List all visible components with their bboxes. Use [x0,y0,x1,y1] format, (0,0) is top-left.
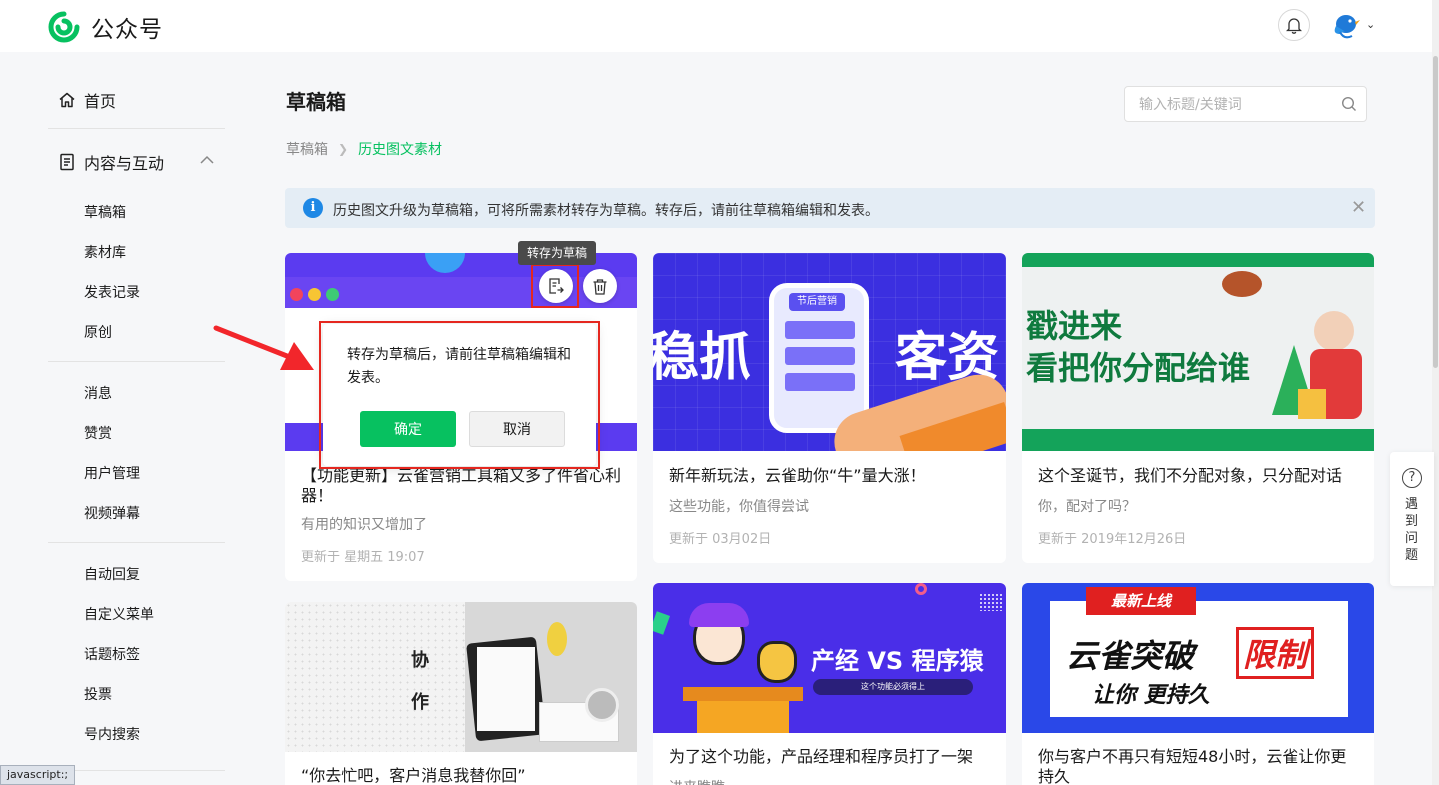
sidebar-item-appreciation[interactable]: 赞赏 [84,423,112,443]
search-box[interactable] [1124,86,1367,122]
info-icon: i [303,198,323,218]
article-cover-image: 最新上线 云雀突破 限制 让你 更持久 [1022,583,1374,733]
article-cover-image: 稳抓 客资 节后营销 [653,253,1006,451]
article-cover-image: 产经 VS 程序猿 这个功能必须得上 [653,583,1006,733]
page-scrollbar-thumb[interactable] [1433,56,1438,368]
user-avatar[interactable] [1330,10,1360,40]
article-digest: 你，配对了吗？ [1038,499,1136,515]
article-title: “你去忙吧，客户消息我替你回” [301,766,526,785]
article-title: 为了这个功能，产品经理和程序员打了一架 [669,747,974,766]
browser-status-bar: javascript:; [0,765,76,785]
highlight-box [319,321,600,469]
top-bar: 公众号 ⌄ [0,0,1439,52]
question-icon: ? [1402,468,1422,488]
annotation-arrow-icon [213,325,314,370]
article-card[interactable]: 稳抓 客资 节后营销 新年新玩法，云雀助你“牛”量大涨！ 这些功能，你值得尝试 … [653,253,1006,563]
sidebar-item-home[interactable]: 首页 [58,88,116,112]
article-card[interactable]: 产经 VS 程序猿 这个功能必须得上 为了这个功能，产品经理和程序员打了一架 进… [653,583,1006,785]
notice-text: 历史图文升级为草稿箱，可将所需素材转存为草稿。转存后，请前往草稿箱编辑和发表。 [333,203,879,219]
delete-button[interactable] [583,269,617,303]
app-title: 公众号 [91,17,163,43]
help-panel[interactable]: ? 遇到问题 [1390,452,1434,586]
bell-icon [1286,17,1302,34]
sidebar-item-vote[interactable]: 投票 [84,684,112,704]
sidebar-item-video-danmaku[interactable]: 视频弹幕 [84,503,140,523]
sidebar-item-user-management[interactable]: 用户管理 [84,463,140,483]
sidebar-item-label: 首页 [84,92,117,111]
notice-banner: i 历史图文升级为草稿箱，可将所需素材转存为草稿。转存后，请前往草稿箱编辑和发表… [285,188,1375,228]
article-cover-image: 戳进来 看把你分配给谁 [1022,253,1374,451]
notification-button[interactable] [1278,9,1310,41]
article-title: 【功能更新】云雀营销工具箱又多了件省心利器！ [301,466,622,505]
sidebar-item-materials[interactable]: 素材库 [84,242,126,262]
sidebar-divider [48,542,225,543]
article-title: 你与客户不再只有短短48小时，云雀让你更持久 [1038,747,1347,785]
article-title: 新年新玩法，云雀助你“牛”量大涨！ [669,466,926,485]
page-title: 草稿箱 [286,90,346,114]
logo[interactable]: 公众号 [47,10,163,44]
sidebar: 首页 内容与互动 草稿箱 素材库 发表记录 原创 消息 赞赏 用户管理 视频弹幕… [0,52,250,785]
sidebar-item-publish-records[interactable]: 发表记录 [84,282,140,302]
home-icon [59,92,75,108]
sidebar-item-topic-tags[interactable]: 话题标签 [84,644,140,664]
close-icon[interactable]: ✕ [1351,198,1366,218]
sidebar-group-content[interactable]: 内容与互动 [58,150,218,174]
chevron-down-icon[interactable]: ⌄ [1366,18,1375,31]
article-digest: 有用的知识又增加了 [301,517,427,533]
breadcrumb-root[interactable]: 草稿箱 [286,139,328,159]
breadcrumb-current: 历史图文素材 [358,142,443,158]
article-cover-image: 协 作 [285,602,637,752]
article-digest: 进来瞧瞧 [669,777,725,785]
tooltip: 转存为草稿 [518,241,597,265]
help-label: 遇到问题 [1405,497,1419,563]
wechat-mp-logo-icon [48,11,80,43]
sidebar-divider [48,361,225,362]
article-title: 这个圣诞节，我们不分配对象，只分配对话 [1038,466,1343,485]
sidebar-item-original[interactable]: 原创 [84,322,112,342]
chevron-right-icon: ❯ [338,142,349,156]
sidebar-item-drafts[interactable]: 草稿箱 [84,202,126,222]
chevron-up-icon [200,155,214,164]
sidebar-item-auto-reply[interactable]: 自动回复 [84,564,140,584]
search-input[interactable] [1139,95,1329,115]
document-icon [60,153,74,171]
highlight-box [531,264,579,308]
article-card[interactable]: 戳进来 看把你分配给谁 这个圣诞节，我们不分配对象，只分配对话 你，配对了吗？ … [1022,253,1374,563]
sidebar-item-custom-menu[interactable]: 自定义菜单 [84,604,154,624]
article-date: 更新于 2019年12月26日 [1038,532,1187,547]
search-icon[interactable] [1341,96,1357,112]
sidebar-item-messages[interactable]: 消息 [84,383,112,403]
article-card[interactable]: 协 作 “你去忙吧，客户消息我替你回” [285,602,637,785]
sidebar-group-label: 内容与互动 [84,154,165,173]
article-card[interactable]: 最新上线 云雀突破 限制 让你 更持久 你与客户不再只有短短48小时，云雀让你更… [1022,583,1374,785]
article-digest: 这些功能，你值得尝试 [669,499,809,515]
article-date: 更新于 03月02日 [669,532,772,547]
trash-icon [593,278,607,295]
sidebar-item-in-account-search[interactable]: 号内搜索 [84,724,140,744]
article-date: 更新于 星期五 19:07 [301,550,425,565]
sidebar-divider [48,128,225,129]
breadcrumb: 草稿箱 ❯ 历史图文素材 [286,139,442,159]
